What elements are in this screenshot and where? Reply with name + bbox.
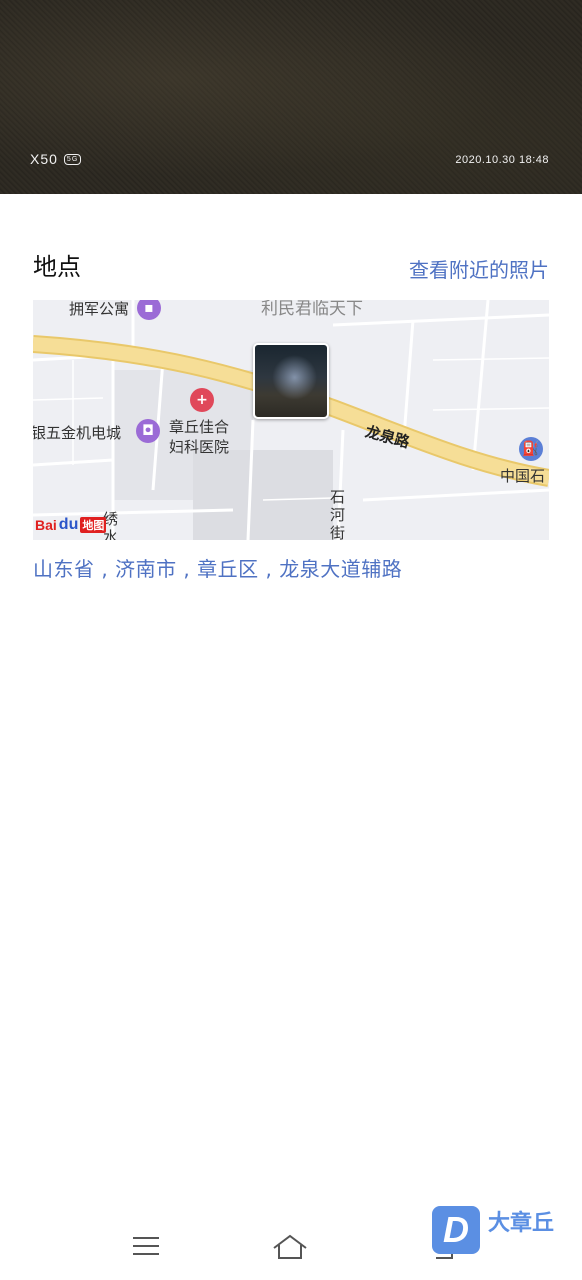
photo-preview[interactable]: X50 5G 2020.10.30 18:48 (0, 0, 582, 194)
shopping-bag-icon: ◘ (136, 419, 160, 443)
brand-watermark: D 大章丘 (432, 1206, 554, 1254)
location-address[interactable]: 山东省 , 济南市 , 章丘区 , 龙泉大道辅路 (33, 553, 402, 582)
home-button[interactable] (272, 1228, 308, 1264)
location-section-title: 地点 (33, 253, 81, 281)
map-label-hardware-mall: 银五金机电城 (33, 424, 122, 442)
menu-icon (133, 1237, 159, 1255)
map-label-gas-station: 中国石 (500, 467, 546, 485)
baidu-map-logo: Bai du 地图 (35, 516, 107, 533)
hospital-poi-icon: + (190, 388, 214, 412)
map-label-hospital-line2: 妇科医院 (169, 438, 230, 456)
brand-logo-icon: D (432, 1206, 480, 1254)
device-mark: X50 (30, 151, 58, 167)
photo-location-thumbnail[interactable] (253, 343, 329, 419)
map-label-building: 利民君临天下 (261, 300, 363, 319)
location-map[interactable]: 拥军公寓 ▪ 利民君临天下 + 章丘佳合 妇科医院 银五金机电城 ◘ 龙泉路 ⛽… (33, 300, 549, 540)
brand-name: 大章丘 (488, 1211, 555, 1236)
map-label-apartment: 拥军公寓 (69, 300, 130, 318)
menu-button[interactable] (128, 1228, 164, 1264)
map-label-hospital-line1: 章丘佳合 (169, 418, 230, 436)
gas-station-icon: ⛽ (519, 437, 543, 461)
map-roads (33, 300, 549, 540)
map-label-street-char3: 街 (330, 524, 346, 540)
view-nearby-photos-link[interactable]: 查看附近的照片 (409, 254, 549, 283)
photo-timestamp: 2020.10.30 18:48 (455, 154, 549, 166)
baidu-paw-icon: du (58, 516, 79, 533)
network-badge: 5G (63, 153, 82, 165)
device-watermark: X50 5G (30, 151, 82, 167)
home-icon (273, 1234, 307, 1259)
